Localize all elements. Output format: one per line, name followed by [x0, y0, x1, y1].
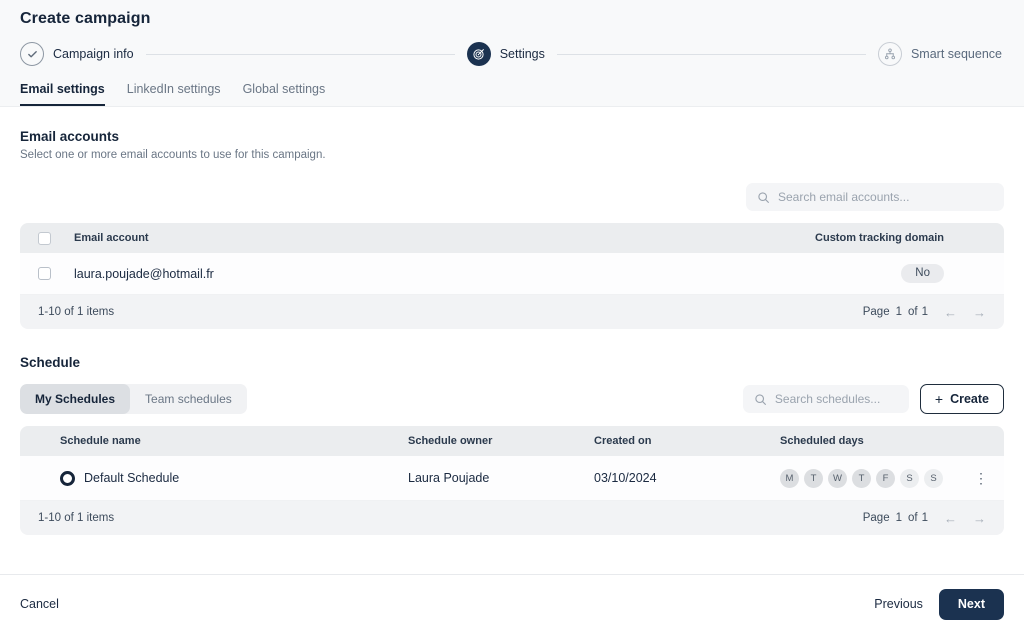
create-button-label: Create	[950, 392, 989, 406]
email-accounts-title: Email accounts	[20, 129, 120, 144]
email-accounts-table-footer: 1-10 of 1 items Page 1 of 1 ← →	[20, 295, 1004, 329]
schedules-pagination: Page 1 of 1 ← →	[863, 512, 1004, 525]
day-pill-monday[interactable]: M	[780, 468, 799, 488]
step-label-campaign-info: Campaign info	[53, 47, 134, 61]
cell-email-account: laura.poujade@hotmail.fr	[74, 266, 214, 281]
page-header: Create campaign Campaign info Settings S…	[0, 0, 1024, 107]
row-checkbox[interactable]	[38, 267, 51, 280]
arrow-right-icon[interactable]: →	[973, 306, 986, 319]
wizard-footer-actions: Previous Next	[874, 588, 1004, 620]
column-schedule-owner: Schedule owner	[408, 435, 493, 447]
select-all-checkbox[interactable]	[38, 231, 51, 245]
schedules-page-total: 1	[921, 512, 928, 524]
day-pill-wednesday[interactable]: W	[828, 468, 847, 488]
arrow-right-icon[interactable]: →	[973, 512, 986, 525]
search-email-accounts-input[interactable]	[778, 190, 993, 204]
search-icon	[757, 191, 770, 204]
schedule-segmented-control: My Schedules Team schedules	[20, 384, 247, 414]
email-accounts-page-number: 1	[895, 306, 902, 318]
day-pill-thursday[interactable]: T	[852, 468, 871, 488]
schedule-toolbar: My Schedules Team schedules + Create	[20, 384, 1004, 414]
check-circle-icon	[20, 42, 44, 66]
schedules-table-header: Schedule name Schedule owner Created on …	[20, 426, 1004, 456]
create-schedule-button[interactable]: + Create	[919, 384, 1004, 414]
step-label-settings: Settings	[499, 47, 545, 61]
step-connector-1	[145, 53, 455, 55]
column-created-on: Created on	[594, 435, 652, 447]
email-accounts-table: Email account Custom tracking domain lau…	[20, 223, 1004, 329]
email-accounts-search-box[interactable]	[746, 183, 1004, 211]
cell-schedule-name: Default Schedule	[20, 470, 398, 486]
select-all-cell	[20, 231, 64, 245]
step-settings[interactable]: Settings	[466, 42, 545, 66]
step-campaign-info[interactable]: Campaign info	[20, 42, 134, 66]
search-schedules-input[interactable]	[774, 392, 898, 406]
cell-row-actions: ⋮	[958, 471, 1004, 485]
arrow-left-icon[interactable]: ←	[944, 306, 957, 319]
email-accounts-page-word: Page	[862, 306, 890, 318]
table-row[interactable]: laura.poujade@hotmail.fr No	[20, 253, 1004, 295]
settings-content: Email accounts Select one or more email …	[0, 107, 1024, 574]
next-button[interactable]: Next	[938, 588, 1004, 620]
schedules-page-number: 1	[895, 512, 902, 524]
schedule-actions: + Create	[742, 384, 1004, 414]
schedule-name-label: Default Schedule	[84, 471, 180, 485]
wizard-footer: Cancel Previous Next	[0, 574, 1024, 633]
day-pill-sunday[interactable]: S	[924, 468, 943, 488]
step-smart-sequence[interactable]: Smart sequence	[877, 42, 1002, 66]
step-connector-2	[556, 53, 866, 55]
schedule-search-box[interactable]	[742, 385, 909, 413]
segment-team-schedules[interactable]: Team schedules	[130, 384, 247, 414]
column-custom-tracking-domain: Custom tracking domain	[815, 232, 944, 244]
day-pill-saturday[interactable]: S	[900, 468, 919, 488]
email-accounts-subtitle: Select one or more email accounts to use…	[20, 149, 326, 161]
email-accounts-pagination: Page 1 of 1 ← →	[863, 306, 1004, 319]
tab-email-settings[interactable]: Email settings	[20, 82, 105, 106]
schedule-section: Schedule My Schedules Team schedules +	[20, 355, 1004, 535]
create-campaign-page: Create campaign Campaign info Settings S…	[0, 0, 1024, 633]
day-pill-tuesday[interactable]: T	[804, 468, 823, 488]
segment-my-schedules[interactable]: My Schedules	[20, 384, 131, 414]
page-title: Create campaign	[20, 10, 151, 27]
cell-scheduled-days: M T W T F S S	[770, 468, 958, 488]
scheduled-days-list: M T W T F S S	[780, 468, 943, 488]
schedules-of-word: of	[908, 512, 918, 524]
email-accounts-section: Email accounts Select one or more email …	[20, 129, 1004, 329]
campaign-stepper: Campaign info Settings Smart sequence	[20, 42, 1004, 66]
email-accounts-items-count: 1-10 of 1 items	[38, 306, 115, 318]
cancel-button[interactable]: Cancel	[20, 597, 59, 611]
schedule-radio-button[interactable]	[60, 470, 75, 486]
cell-created-on: 03/10/2024	[594, 471, 657, 485]
schedules-table: Schedule name Schedule owner Created on …	[20, 426, 1004, 535]
kebab-menu-icon[interactable]: ⋮	[974, 471, 988, 485]
schedule-title: Schedule	[20, 355, 81, 370]
table-row[interactable]: Default Schedule Laura Poujade 03/10/202…	[20, 456, 1004, 501]
sitemap-icon	[877, 42, 902, 66]
email-accounts-search-row	[20, 183, 1004, 211]
tab-global-settings[interactable]: Global settings	[243, 82, 326, 106]
email-accounts-of-word: of	[908, 306, 918, 318]
target-icon	[466, 42, 491, 66]
schedules-table-footer: 1-10 of 1 items Page 1 of 1 ← →	[20, 501, 1004, 535]
plus-icon: +	[934, 391, 944, 407]
cell-schedule-owner: Laura Poujade	[408, 471, 490, 485]
status-badge: No	[901, 263, 944, 284]
previous-button[interactable]: Previous	[874, 597, 923, 611]
day-pill-friday[interactable]: F	[876, 468, 895, 488]
search-icon	[754, 393, 767, 406]
settings-tabs: Email settings LinkedIn settings Global …	[20, 82, 1004, 106]
step-label-smart-sequence: Smart sequence	[910, 47, 1002, 61]
schedules-page-word: Page	[862, 512, 890, 524]
column-scheduled-days: Scheduled days	[780, 435, 864, 447]
email-accounts-page-total: 1	[921, 306, 928, 318]
schedules-items-count: 1-10 of 1 items	[38, 512, 115, 524]
tab-linkedin-settings[interactable]: LinkedIn settings	[127, 82, 221, 106]
column-email-account: Email account	[74, 232, 149, 244]
row-select-cell	[20, 267, 64, 280]
cell-custom-tracking-domain: No	[774, 263, 1004, 284]
arrow-left-icon[interactable]: ←	[944, 512, 957, 525]
email-accounts-table-header: Email account Custom tracking domain	[20, 223, 1004, 253]
column-schedule-name: Schedule name	[60, 435, 141, 447]
